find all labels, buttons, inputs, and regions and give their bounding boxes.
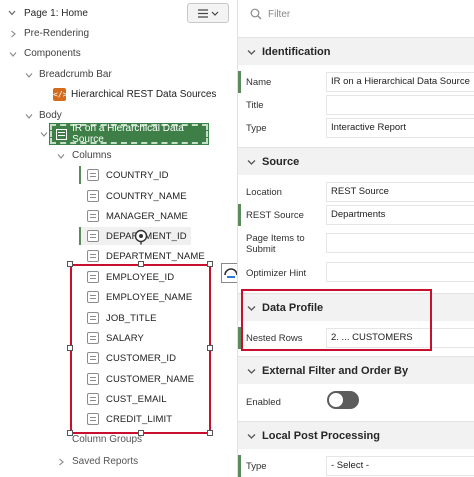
- chevron-down-icon: [247, 369, 256, 374]
- filter-bar: Filter: [238, 0, 474, 28]
- resize-handle[interactable]: [67, 261, 73, 267]
- chevron-down-icon[interactable]: [25, 112, 33, 120]
- tree-node-columns[interactable]: Columns: [72, 150, 111, 161]
- section-external-filter[interactable]: External Filter and Order By: [238, 356, 474, 384]
- column-label: MANAGER_NAME: [106, 210, 188, 222]
- tree-column-item[interactable]: MANAGER_NAME: [81, 207, 188, 225]
- prop-rest-source: REST Source Departments: [238, 204, 474, 226]
- chevron-right-icon[interactable]: [9, 30, 17, 38]
- tree-node-column-groups[interactable]: Column Groups: [72, 434, 142, 445]
- component-tree-panel: Page 1: Home Pre-Rendering Components Br…: [0, 0, 241, 477]
- column-label: DEPARTMENT_NAME: [106, 250, 205, 262]
- breadcrumb-region-icon: </>: [53, 88, 68, 101]
- prop-title: Title: [238, 94, 474, 116]
- chevron-down-icon[interactable]: [25, 71, 33, 79]
- drag-cursor-icon: [134, 229, 148, 245]
- column-icon: [87, 190, 99, 202]
- prop-label: Enabled: [246, 397, 281, 408]
- prop-label: Page Items to Submit: [246, 233, 305, 255]
- section-title: External Filter and Order By: [262, 365, 409, 377]
- property-editor-panel: Filter Identification Name IR on a Hiera…: [237, 0, 474, 477]
- hamburger-menu-icon: [198, 9, 219, 18]
- chevron-down-icon[interactable]: [8, 9, 16, 17]
- section-source[interactable]: Source: [238, 147, 474, 175]
- chevron-down-icon: [247, 50, 256, 55]
- prop-label: Optimizer Hint: [246, 268, 307, 279]
- tree-node-body[interactable]: Body: [39, 110, 62, 121]
- tree-column-item[interactable]: COUNTRY_NAME: [81, 187, 187, 205]
- chevron-down-icon[interactable]: [9, 50, 17, 58]
- tree-node-components[interactable]: Components: [24, 48, 81, 59]
- column-icon: [87, 210, 99, 222]
- column-icon: [87, 169, 99, 181]
- highlight-box-data-profile: [241, 289, 432, 351]
- prop-label: Type: [246, 123, 267, 134]
- report-region-icon: [56, 128, 68, 140]
- column-label: COUNTRY_ID: [106, 169, 169, 181]
- resize-handle[interactable]: [67, 345, 73, 351]
- column-icon: [87, 230, 99, 242]
- name-field[interactable]: IR on a Hierarchical Data Source: [326, 72, 474, 92]
- page-items-field[interactable]: [326, 233, 474, 253]
- location-select[interactable]: REST Source: [326, 182, 474, 202]
- chevron-down-icon: [247, 434, 256, 439]
- column-icon: [87, 250, 99, 262]
- type-select[interactable]: Interactive Report: [326, 118, 474, 138]
- tree-node-saved-reports[interactable]: Saved Reports: [72, 456, 138, 467]
- enabled-toggle[interactable]: [327, 391, 359, 409]
- column-label: COUNTRY_NAME: [106, 190, 187, 202]
- resize-handle[interactable]: [207, 345, 213, 351]
- tree-header: Page 1: Home: [0, 0, 237, 26]
- rest-source-field[interactable]: Departments: [326, 205, 474, 225]
- tree-column-item[interactable]: COUNTRY_ID: [79, 166, 169, 184]
- tree-node-ir-region-selected[interactable]: IR on a Hierarchical Data Source: [49, 123, 209, 145]
- prop-label: Type: [246, 461, 267, 472]
- prop-label: REST Source: [246, 210, 304, 221]
- prop-label: Location: [246, 187, 282, 198]
- filter-input[interactable]: Filter: [268, 9, 290, 20]
- title-field[interactable]: [326, 95, 474, 115]
- section-title: Source: [262, 156, 300, 168]
- lp-type-select[interactable]: - Select -: [326, 456, 474, 476]
- highlight-box-columns: [70, 264, 211, 434]
- prop-label: Name: [246, 77, 272, 88]
- tree-node-breadcrumb-bar[interactable]: Breadcrumb Bar: [39, 69, 112, 80]
- section-title: Identification: [262, 46, 331, 58]
- prop-optimizer-hint: Optimizer Hint: [238, 261, 474, 283]
- prop-location: Location REST Source: [238, 181, 474, 203]
- optimizer-hint-field[interactable]: [326, 262, 474, 282]
- ir-region-label: IR on a Hierarchical Data Source: [72, 123, 184, 145]
- tree-node-breadcrumb-region[interactable]: Hierarchical REST Data Sources: [71, 89, 216, 100]
- chevron-down-icon[interactable]: [57, 152, 65, 160]
- tree-menu-button[interactable]: [187, 3, 229, 23]
- chevron-down-icon[interactable]: [40, 130, 48, 138]
- section-local-post-processing[interactable]: Local Post Processing: [238, 421, 474, 449]
- prop-lp-type: Type - Select -: [238, 455, 474, 477]
- chevron-right-icon[interactable]: [57, 458, 65, 466]
- prop-type: Type Interactive Report: [238, 117, 474, 139]
- page-title[interactable]: Page 1: Home: [24, 8, 88, 19]
- resize-handle[interactable]: [207, 430, 213, 436]
- tree-node-pre-rendering[interactable]: Pre-Rendering: [24, 28, 89, 39]
- prop-name: Name IR on a Hierarchical Data Source: [238, 71, 474, 93]
- prop-page-items: Page Items to Submit: [238, 228, 474, 258]
- section-title: Local Post Processing: [262, 430, 380, 442]
- resize-handle[interactable]: [207, 261, 213, 267]
- search-icon: [250, 8, 262, 20]
- chevron-down-icon: [247, 160, 256, 165]
- prop-label: Title: [246, 100, 264, 111]
- section-identification[interactable]: Identification: [238, 37, 474, 65]
- resize-handle[interactable]: [138, 261, 144, 267]
